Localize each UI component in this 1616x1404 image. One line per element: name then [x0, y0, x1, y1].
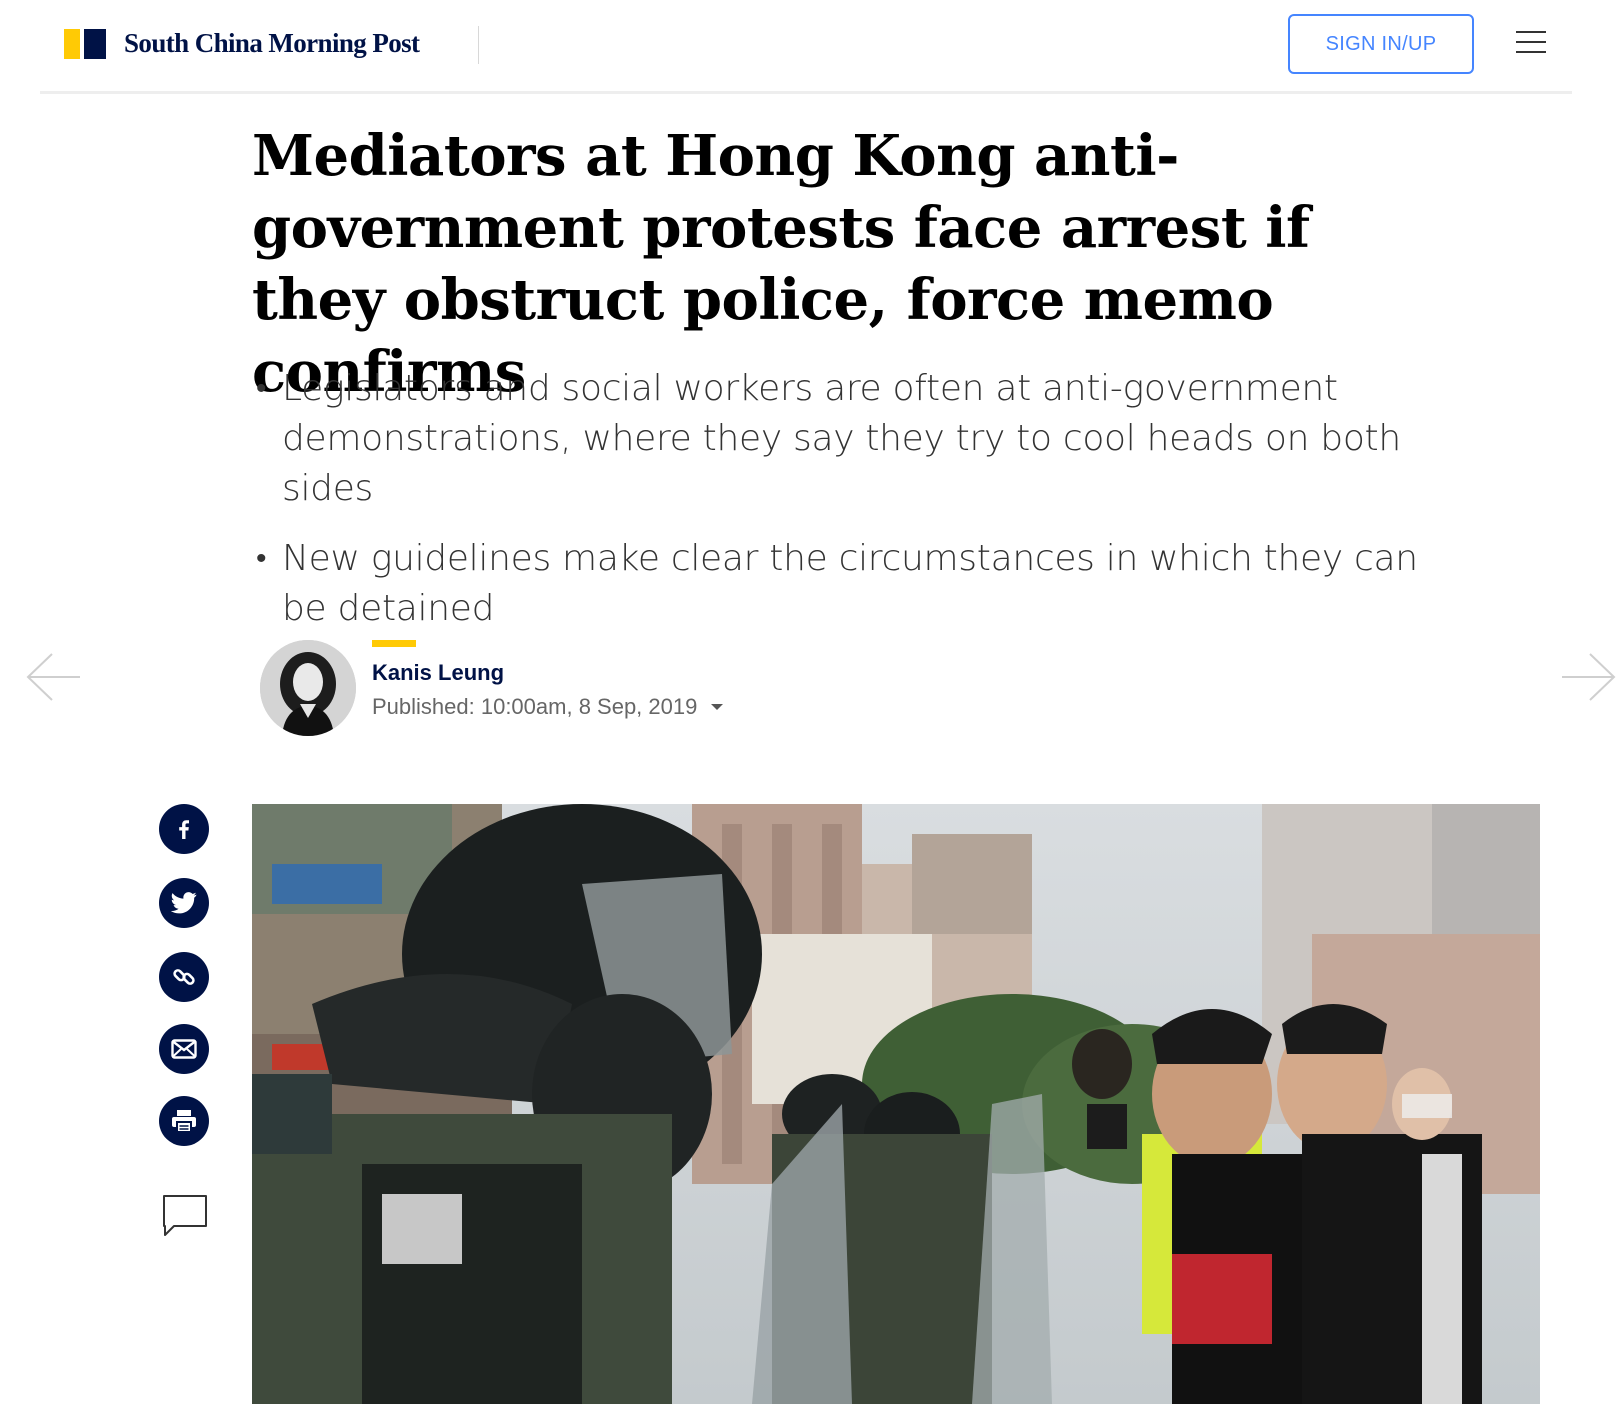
share-twitter-button[interactable]: [159, 878, 209, 928]
share-facebook-button[interactable]: [159, 804, 209, 854]
previous-article-arrow-icon[interactable]: [26, 652, 82, 702]
facebook-icon: [179, 820, 189, 839]
header-divider: [478, 26, 479, 64]
twitter-icon: [171, 892, 197, 914]
published-date: Published: 10:00am, 8 Sep, 2019: [372, 694, 698, 719]
hamburger-menu-icon[interactable]: [1516, 28, 1548, 56]
author-accent-bar: [372, 640, 416, 647]
bullet-icon: •: [256, 541, 267, 576]
share-email-button[interactable]: [159, 1024, 209, 1074]
caret-down-icon: [711, 704, 724, 710]
email-icon: [171, 1039, 197, 1059]
print-icon: [172, 1110, 196, 1133]
logo-text: South China Morning Post: [124, 28, 420, 58]
article-summary: • Legislators and social workers are oft…: [252, 364, 1452, 654]
summary-text: New guidelines make clear the circumstan…: [282, 538, 1418, 629]
copy-link-button[interactable]: [159, 952, 209, 1002]
article-hero-image[interactable]: [252, 804, 1540, 1404]
next-article-arrow-icon[interactable]: [1560, 652, 1616, 702]
scmp-logo[interactable]: South China Morning Post: [64, 28, 420, 59]
summary-item: • Legislators and social workers are oft…: [252, 364, 1452, 514]
sign-in-button[interactable]: SIGN IN/UP: [1288, 14, 1474, 74]
summary-text: Legislators and social workers are often…: [282, 368, 1401, 509]
summary-item: • New guidelines make clear the circumst…: [252, 534, 1452, 634]
link-icon: [173, 969, 195, 985]
author-name-link[interactable]: Kanis Leung: [372, 660, 504, 686]
bullet-icon: •: [256, 371, 267, 406]
logo-mark-icon: [64, 28, 106, 59]
print-button[interactable]: [159, 1096, 209, 1146]
published-date-toggle[interactable]: Published: 10:00am, 8 Sep, 2019: [372, 694, 724, 720]
author-avatar[interactable]: [260, 640, 356, 736]
comment-icon[interactable]: [162, 1194, 208, 1238]
site-header: South China Morning Post SIGN IN/UP: [40, 0, 1572, 94]
